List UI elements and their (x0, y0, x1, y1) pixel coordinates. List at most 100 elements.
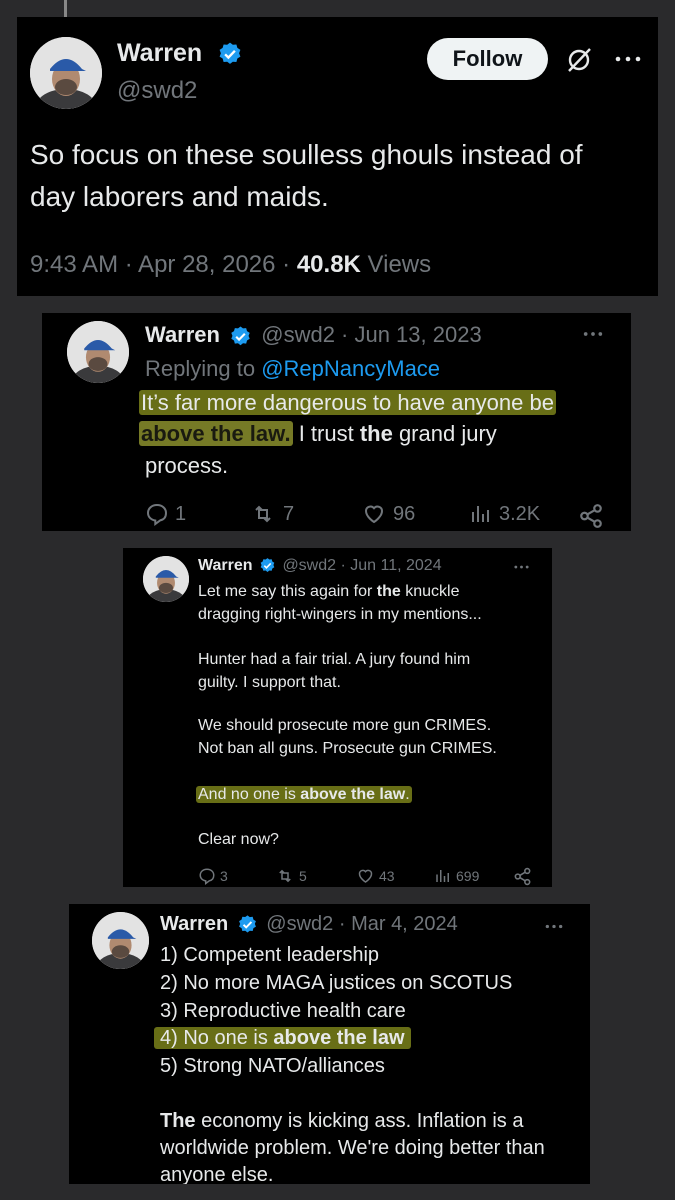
views-stat[interactable]: 3.2K (469, 502, 540, 526)
text-span: 4) No one is (160, 1027, 274, 1049)
repost-icon (279, 869, 291, 883)
tweet-meta[interactable]: @swd2 · Jun 13, 2023 (261, 322, 481, 347)
more-icon[interactable] (582, 330, 604, 338)
repost-count: 5 (299, 868, 307, 884)
avatar-image (92, 912, 149, 969)
like-stat[interactable]: 43 (356, 867, 395, 885)
repost-count: 7 (283, 502, 295, 525)
author-name[interactable]: Warren (117, 39, 202, 68)
tweet-text-line: So focus on these soulless ghouls instea… (30, 139, 583, 170)
follow-button[interactable]: Follow (427, 38, 548, 80)
tweet-text-line: 5) Strong NATO/alliances (160, 1055, 385, 1077)
main-tweet-card: Warren @swd2 Follow So focus on these so… (17, 17, 658, 296)
like-count: 96 (393, 502, 416, 525)
tweet-text-line: 1) Competent leadership (160, 944, 380, 966)
tweet-header: Warren @swd2 · Jun 13, 2023 (145, 322, 482, 348)
tweet-text-line: guilty. I support that. (198, 674, 341, 691)
tweet-timestamp: 9:43 AM · Apr 28, 2026 · 40.8K Views (30, 251, 431, 279)
reply-stat[interactable]: 3 (198, 867, 228, 885)
repost-stat[interactable]: 7 (249, 502, 294, 526)
highlighted-text: above the law. (139, 421, 293, 446)
highlighted-text: 4) No one is above the law (154, 1027, 411, 1049)
views-count: 3.2K (499, 502, 541, 525)
author-handle[interactable]: @swd2 (117, 77, 197, 105)
text-span: . (405, 786, 410, 803)
tweet-text-line: 2) No more MAGA justices on SCOTUS (160, 972, 513, 994)
reply-stat[interactable]: 1 (145, 502, 186, 526)
more-icon[interactable] (613, 54, 643, 64)
repost-icon (255, 505, 271, 523)
more-icon[interactable] (513, 564, 530, 570)
verified-badge-icon (238, 915, 256, 933)
share-icon[interactable] (513, 867, 532, 886)
tweet-text-line: worldwide problem. We're doing better th… (160, 1137, 545, 1159)
reply-count: 1 (175, 502, 187, 525)
tweet-header: Warren @swd2 · Jun 11, 2024 (198, 557, 442, 575)
verified-badge-icon (231, 326, 250, 345)
highlighted-text: It’s far more dangerous to have anyone b… (139, 390, 556, 415)
grok-icon[interactable] (564, 45, 594, 75)
avatar-image (30, 37, 102, 109)
avatar-image (143, 556, 189, 602)
more-icon[interactable] (544, 923, 564, 930)
reply-icon (146, 503, 168, 526)
text-span: And no one is (198, 786, 301, 803)
avatar[interactable] (92, 912, 149, 969)
like-icon (364, 505, 384, 524)
like-stat[interactable]: 96 (361, 502, 415, 526)
quoted-tweet-card: Warren @swd2 · Mar 4, 2024 1) Competent … (69, 904, 590, 1184)
tweet-text-line: Let me say this again for the knuckle (198, 583, 459, 601)
verified-badge-icon (260, 558, 275, 573)
tweet-text-line: 4) No one is above the law (154, 1027, 411, 1050)
text-span: I trust (292, 421, 360, 446)
replying-handle-link[interactable]: @RepNancyMace (261, 356, 440, 381)
quoted-tweet-card: Warren @swd2 · Jun 13, 2023 Replying to … (42, 313, 631, 531)
text-span: Let me say this again for (198, 583, 377, 600)
author-name[interactable]: Warren (198, 557, 253, 574)
tweet-text-line: above the law. I trust the grand jury (139, 421, 497, 447)
tweet-text-line: dragging right-wingers in my mentions... (198, 606, 482, 623)
highlighted-text: And no one is above the law. (196, 786, 412, 803)
share-icon[interactable] (578, 503, 604, 529)
views-label: Views (367, 251, 432, 278)
text-span: grand jury (392, 421, 497, 446)
tweet-header: Warren @swd2 · Mar 4, 2024 (160, 913, 458, 936)
author-name[interactable]: Warren (160, 913, 228, 935)
views-stat[interactable]: 699 (434, 867, 479, 885)
like-count: 43 (379, 868, 395, 884)
bold-text: the (359, 421, 393, 446)
tweet-text-line: We should prosecute more gun CRIMES. (198, 717, 492, 734)
tweet-text-line: Hunter had a fair trial. A jury found hi… (198, 651, 471, 668)
tweet-text-line: day laborers and maids. (30, 181, 329, 212)
reply-count: 3 (220, 868, 228, 884)
views-count: 40.8K (296, 251, 361, 278)
tweet-text-line: It’s far more dangerous to have anyone b… (139, 390, 556, 416)
tweet-meta[interactable]: @swd2 · Jun 11, 2024 (282, 557, 441, 574)
replying-label: Replying to (145, 356, 262, 381)
reply-icon (199, 868, 215, 885)
tweet-meta[interactable]: @swd2 · Mar 4, 2024 (266, 913, 458, 935)
views-icon (436, 870, 449, 882)
avatar[interactable] (67, 321, 129, 383)
text-span: economy is kicking ass. Inflation is a (195, 1110, 524, 1132)
bold-text: above the law (273, 1027, 405, 1049)
avatar-image (67, 321, 129, 383)
tweet-text-line: Clear now? (198, 831, 279, 848)
verified-badge-icon (219, 42, 241, 64)
bold-text: above the law (300, 786, 406, 803)
quoted-tweet-card: Warren @swd2 · Jun 11, 2024 Let me say t… (123, 548, 552, 887)
tweet-text-line: process. (145, 453, 229, 478)
avatar[interactable] (143, 556, 189, 602)
author-name[interactable]: Warren (145, 322, 220, 347)
repost-stat[interactable]: 5 (275, 867, 307, 885)
tweet-text-line: Not ban all guns. Prosecute gun CRIMES. (198, 740, 497, 757)
like-icon (358, 869, 373, 883)
tweet-text-line: anyone else. (160, 1164, 274, 1184)
timestamp-text[interactable]: 9:43 AM · Apr 28, 2026 · (30, 251, 297, 278)
avatar[interactable] (30, 37, 102, 109)
tweet-text-line: 3) Reproductive health care (160, 1000, 406, 1022)
bold-text: the (376, 583, 401, 600)
replying-to: Replying to @RepNancyMace (145, 356, 440, 382)
text-span: knuckle (400, 583, 460, 600)
bold-text: The (160, 1110, 196, 1132)
